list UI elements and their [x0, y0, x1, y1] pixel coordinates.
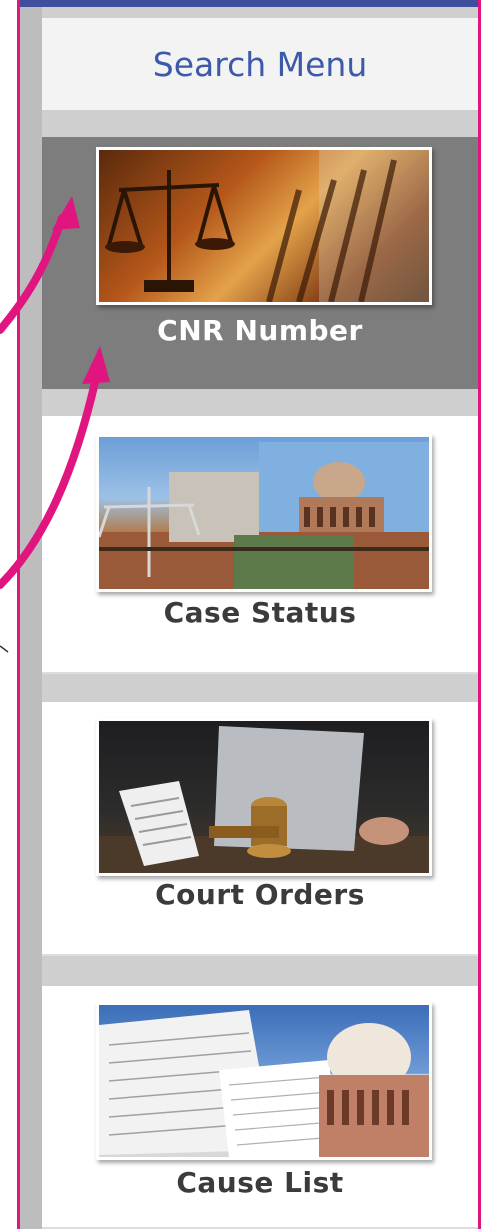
- menu-item-cnr-number[interactable]: CNR Number: [42, 137, 478, 389]
- top-accent-bar: [20, 0, 478, 7]
- gavel-document-image: [96, 718, 432, 876]
- menu-item-label: Court Orders: [155, 878, 365, 911]
- menu-item-court-orders[interactable]: Court Orders: [42, 702, 478, 956]
- scales-of-justice-image: [96, 147, 432, 305]
- search-menu-header: Search Menu: [42, 18, 478, 110]
- menu-item-label: CNR Number: [157, 314, 363, 347]
- edge-mark: [0, 645, 9, 653]
- menu-item-label: Cause List: [176, 1166, 344, 1199]
- search-menu-title: Search Menu: [152, 44, 368, 84]
- menu-item-label: Case Status: [163, 596, 357, 629]
- cause-list-court-dome-image: [96, 1002, 432, 1160]
- right-border: [478, 0, 481, 1229]
- menu-item-cause-list[interactable]: Cause List: [42, 986, 478, 1229]
- supreme-court-building-image: [96, 434, 432, 592]
- panel-gutter: [20, 7, 42, 1229]
- menu-item-case-status[interactable]: Case Status: [42, 416, 478, 674]
